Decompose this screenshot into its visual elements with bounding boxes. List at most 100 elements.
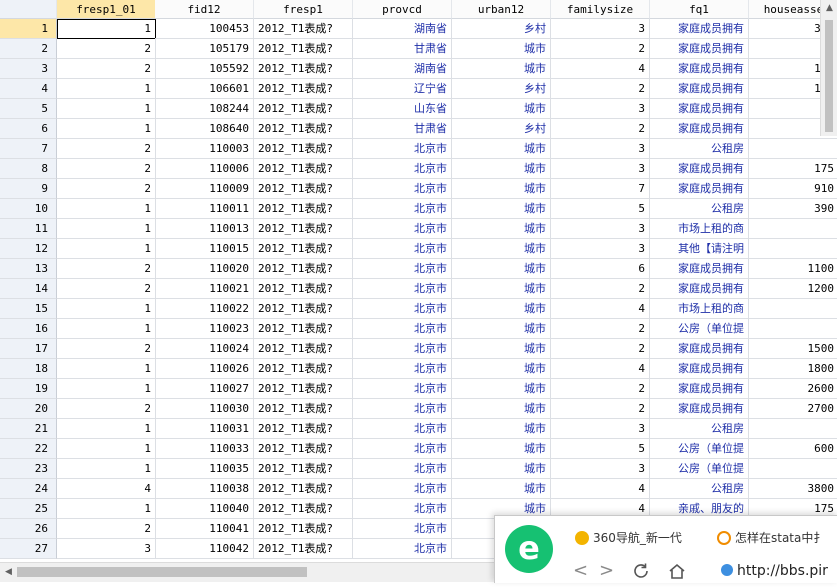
cell-provcd[interactable]: 北京市 [353, 399, 452, 419]
cell-fresp1-01[interactable]: 2 [57, 339, 156, 359]
cell-fresp1[interactable]: 2012_T1表成? [254, 79, 353, 99]
cell-fresp1-01[interactable]: 3 [57, 539, 156, 559]
cell-fresp1[interactable]: 2012_T1表成? [254, 239, 353, 259]
cell-fresp1-01[interactable]: 1 [57, 239, 156, 259]
cell-fresp1[interactable]: 2012_T1表成? [254, 539, 353, 559]
cell-urban12[interactable]: 城市 [452, 279, 551, 299]
cell-fresp1-01[interactable]: 1 [57, 199, 156, 219]
cell-provcd[interactable]: 北京市 [353, 359, 452, 379]
cell-fresp1-01[interactable]: 1 [57, 299, 156, 319]
column-header-urban12[interactable]: urban12 [452, 0, 551, 19]
rownum-header-corner[interactable] [0, 0, 57, 19]
cell-fresp1[interactable]: 2012_T1表成? [254, 479, 353, 499]
cell-fid12[interactable]: 110011 [155, 199, 254, 219]
cell-fresp1[interactable]: 2012_T1表成? [254, 339, 353, 359]
cell-fid12[interactable]: 110031 [155, 419, 254, 439]
cell-fresp1[interactable]: 2012_T1表成? [254, 519, 353, 539]
cell-fresp1[interactable]: 2012_T1表成? [254, 219, 353, 239]
cell-houseasse[interactable]: 1100 [749, 259, 837, 279]
cell-provcd[interactable]: 湖南省 [353, 59, 452, 79]
cell-houseasse[interactable] [749, 419, 837, 439]
cell-urban12[interactable]: 城市 [452, 179, 551, 199]
cell-fid12[interactable]: 110009 [155, 179, 254, 199]
cell-fresp1[interactable]: 2012_T1表成? [254, 359, 353, 379]
cell-fq1[interactable]: 家庭成员拥有 [650, 79, 749, 99]
cell-fq1[interactable]: 公租房 [650, 199, 749, 219]
cell-urban12[interactable]: 城市 [452, 399, 551, 419]
row-number[interactable]: 5 [0, 99, 57, 119]
row-number[interactable]: 24 [0, 479, 57, 499]
cell-houseasse[interactable]: 2700 [749, 399, 837, 419]
cell-fresp1-01[interactable]: 1 [57, 499, 156, 519]
cell-provcd[interactable]: 北京市 [353, 439, 452, 459]
cell-provcd[interactable]: 北京市 [353, 219, 452, 239]
cell-fq1[interactable]: 家庭成员拥有 [650, 39, 749, 59]
cell-houseasse[interactable] [749, 239, 837, 259]
row-number[interactable]: 4 [0, 79, 57, 99]
cell-fresp1[interactable]: 2012_T1表成? [254, 19, 353, 39]
cell-familysize[interactable]: 2 [551, 339, 650, 359]
reload-icon[interactable] [631, 558, 651, 583]
row-number[interactable]: 2 [0, 39, 57, 59]
vertical-scroll-thumb[interactable] [825, 20, 833, 132]
row-number[interactable]: 6 [0, 119, 57, 139]
cell-provcd[interactable]: 辽宁省 [353, 79, 452, 99]
cell-urban12[interactable]: 城市 [452, 219, 551, 239]
cell-familysize[interactable]: 2 [551, 319, 650, 339]
cell-fresp1-01[interactable]: 2 [57, 59, 156, 79]
column-header-fresp1[interactable]: fresp1 [254, 0, 353, 19]
cell-fid12[interactable]: 110006 [155, 159, 254, 179]
cell-houseasse[interactable] [749, 139, 837, 159]
row-number[interactable]: 14 [0, 279, 57, 299]
cell-provcd[interactable]: 北京市 [353, 299, 452, 319]
cell-fid12[interactable]: 110027 [155, 379, 254, 399]
cell-provcd[interactable]: 北京市 [353, 259, 452, 279]
cell-fresp1-01[interactable]: 2 [57, 259, 156, 279]
cell-familysize[interactable]: 4 [551, 59, 650, 79]
cell-familysize[interactable]: 3 [551, 419, 650, 439]
cell-provcd[interactable]: 北京市 [353, 479, 452, 499]
row-number[interactable]: 10 [0, 199, 57, 219]
browser-tab-stata-question[interactable]: 怎样在stata中扌 [717, 523, 837, 553]
cell-provcd[interactable]: 北京市 [353, 379, 452, 399]
cell-fid12[interactable]: 110015 [155, 239, 254, 259]
cell-fid12[interactable]: 110033 [155, 439, 254, 459]
cell-familysize[interactable]: 3 [551, 239, 650, 259]
cell-fresp1[interactable]: 2012_T1表成? [254, 139, 353, 159]
cell-provcd[interactable]: 北京市 [353, 339, 452, 359]
data-editor-grid[interactable]: fresp1_01 fid12 fresp1 provcd urban12 familys… [0, 0, 837, 562]
cell-fresp1-01[interactable]: 2 [57, 159, 156, 179]
cell-urban12[interactable]: 城市 [452, 259, 551, 279]
cell-houseasse[interactable]: 910 [749, 179, 837, 199]
cell-urban12[interactable]: 城市 [452, 459, 551, 479]
cell-fid12[interactable]: 110024 [155, 339, 254, 359]
cell-provcd[interactable]: 北京市 [353, 499, 452, 519]
cell-fq1[interactable]: 家庭成员拥有 [650, 279, 749, 299]
cell-fid12[interactable]: 110020 [155, 259, 254, 279]
cell-familysize[interactable]: 3 [551, 139, 650, 159]
cell-familysize[interactable]: 2 [551, 399, 650, 419]
cell-fresp1-01[interactable]: 4 [57, 479, 156, 499]
cell-provcd[interactable]: 北京市 [353, 139, 452, 159]
cell-fresp1-01[interactable]: 1 [57, 379, 156, 399]
cell-provcd[interactable]: 北京市 [353, 239, 452, 259]
cell-fresp1[interactable]: 2012_T1表成? [254, 259, 353, 279]
row-number[interactable]: 11 [0, 219, 57, 239]
cell-fid12[interactable]: 110042 [155, 539, 254, 559]
row-number[interactable]: 17 [0, 339, 57, 359]
row-number[interactable]: 7 [0, 139, 57, 159]
row-number[interactable]: 27 [0, 539, 57, 559]
cell-familysize[interactable]: 5 [551, 199, 650, 219]
cell-urban12[interactable]: 城市 [452, 339, 551, 359]
cell-houseasse[interactable]: 1500 [749, 339, 837, 359]
cell-fq1[interactable]: 家庭成员拥有 [650, 59, 749, 79]
cell-urban12[interactable]: 乡村 [452, 79, 551, 99]
cell-urban12[interactable]: 城市 [452, 59, 551, 79]
cell-fresp1-01[interactable]: 2 [57, 519, 156, 539]
cell-fq1[interactable]: 公租房 [650, 139, 749, 159]
cell-urban12[interactable]: 城市 [452, 319, 551, 339]
cell-houseasse[interactable]: 600 [749, 439, 837, 459]
row-number[interactable]: 13 [0, 259, 57, 279]
cell-houseasse[interactable]: 1800 [749, 359, 837, 379]
cell-fid12[interactable]: 110038 [155, 479, 254, 499]
